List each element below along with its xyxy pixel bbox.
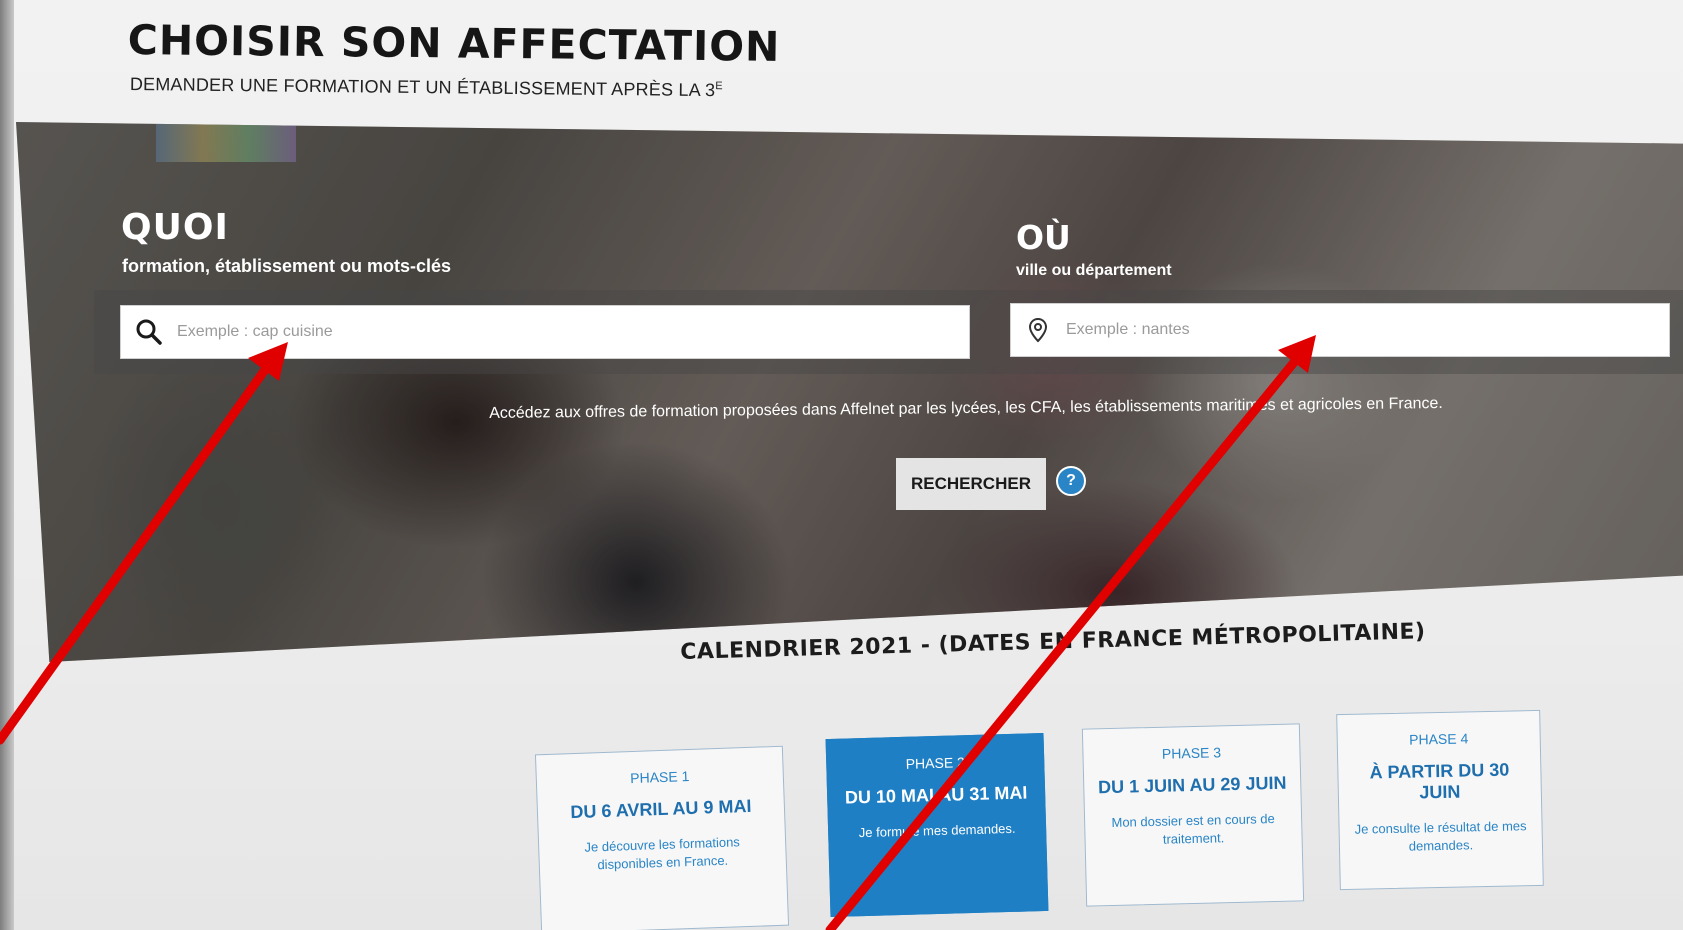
ou-label: OÙ [1016,218,1071,257]
help-icon[interactable]: ? [1056,466,1086,496]
phase-card-1: PHASE 1 DU 6 AVRIL AU 9 MAI Je découvre … [534,745,790,930]
hero-banner: QUOI formation, établissement ou mots-cl… [16,122,1683,662]
phase-label: PHASE 4 [1408,730,1469,748]
ou-hint: ville ou département [1016,262,1172,279]
search-icon [121,317,177,347]
page-title: CHOISIR SON AFFECTATION [127,16,781,71]
phase-description: Mon dossier est en cours de traitement. [1111,811,1275,847]
quoi-label: QUOI [121,207,229,248]
phase-label: PHASE 3 [1161,744,1222,762]
phase-card-4: PHASE 4 À PARTIR DU 30 JUIN Je consulte … [1336,709,1544,891]
quoi-search-field[interactable] [120,305,970,359]
phase-description: Je formule mes demandes. [858,820,1016,841]
phase-dates: DU 6 AVRIL AU 9 MAI [570,795,752,823]
phase-dates: DU 10 MAI AU 31 MAI [844,782,1028,808]
phase-label: PHASE 2 [905,754,966,772]
search-button[interactable]: RECHERCHER [896,458,1046,510]
page-subtitle-sup: E [715,80,723,93]
monitor-edge [0,0,14,930]
hero-image-overlay [16,122,1683,662]
ou-search-input[interactable] [1065,304,1669,356]
phase-dates: DU 1 JUIN AU 29 JUIN [1097,772,1287,798]
quoi-hint: formation, établissement ou mots-clés [122,256,452,276]
quoi-search-input[interactable] [177,306,969,358]
phase-dates: À PARTIR DU 30 JUIN [1369,759,1510,803]
ou-search-field[interactable] [1010,303,1670,357]
hero-image-detail [156,122,296,162]
phase-description: Je découvre les formations disponibles e… [584,834,741,873]
phase-description: Je consulte le résultat de mes demandes. [1354,818,1527,854]
phase-label: PHASE 1 [629,768,690,787]
phase-card-2: PHASE 2 DU 10 MAI AU 31 MAI Je formule m… [825,732,1049,918]
phase-card-3: PHASE 3 DU 1 JUIN AU 29 JUIN Mon dossier… [1081,723,1305,907]
location-pin-icon [1011,317,1066,343]
